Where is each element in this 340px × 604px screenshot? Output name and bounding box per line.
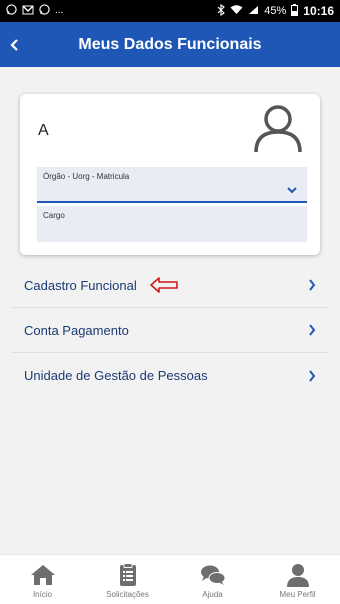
avatar-icon [254,105,302,153]
menu-item-label: Unidade de Gestão de Pessoas [24,368,208,383]
orgao-uorg-matricula-select[interactable]: Órgão - Uorg - Matricula [37,167,307,203]
page-title: Meus Dados Funcionais [78,35,262,53]
red-arrow-annotation-icon [150,277,178,293]
bluetooth-icon [217,3,226,19]
back-button[interactable] [0,22,28,67]
status-left-icons: ... [6,4,63,18]
menu-list: Cadastro Funcional Conta Pagamento Unida… [12,263,328,398]
signal-icon [248,5,259,18]
nav-label: Início [32,590,53,599]
wifi-icon [230,4,243,18]
chevron-right-icon [309,279,316,291]
home-icon [30,565,55,585]
chat-bubbles-icon [200,565,225,585]
email-icon [22,5,34,18]
person-icon [286,564,309,587]
orgao-field-label: Órgão - Uorg - Matricula [43,172,130,181]
nav-label: Meu Perfil [279,590,316,599]
nav-item-ajuda[interactable]: Ajuda [170,555,255,604]
whatsapp-icon [6,4,17,18]
nav-item-solicitacoes[interactable]: Solicitações [85,555,170,604]
nav-item-meu-perfil[interactable]: Meu Perfil [255,555,340,604]
battery-percentage: 45% [264,5,287,17]
profile-name: A [38,122,49,139]
status-right-icons: 45% 10:16 [217,3,334,19]
more-icon: ... [55,5,64,16]
nav-item-inicio[interactable]: Início [0,555,85,604]
chevron-right-icon [309,324,316,336]
app-bar: Meus Dados Funcionais [0,22,340,67]
menu-item-label: Conta Pagamento [24,322,129,338]
chevron-down-icon [287,187,297,194]
cargo-field[interactable]: Cargo [37,206,307,242]
menu-item-unidade-gestao-pessoas[interactable]: Unidade de Gestão de Pessoas [12,353,328,398]
nav-label: Ajuda [202,590,223,599]
chevron-right-icon [309,369,316,382]
cargo-field-label: Cargo [43,211,65,220]
clipboard-icon [119,563,136,586]
battery-icon [291,3,299,19]
status-bar: ... 45% 10:16 [0,0,340,22]
status-time: 10:16 [303,4,334,18]
nav-label: Solicitações [106,590,149,599]
menu-item-cadastro-funcional[interactable]: Cadastro Funcional [12,263,328,308]
bottom-nav: Início Solicitações Ajuda Meu Perfil [0,554,340,604]
menu-item-label: Cadastro Funcional [24,277,137,293]
chevron-left-icon [9,38,18,51]
profile-card: A Órgão - Uorg - Matricula Cargo [20,94,320,255]
whatsapp-icon [39,4,50,18]
menu-item-conta-pagamento[interactable]: Conta Pagamento [12,308,328,353]
